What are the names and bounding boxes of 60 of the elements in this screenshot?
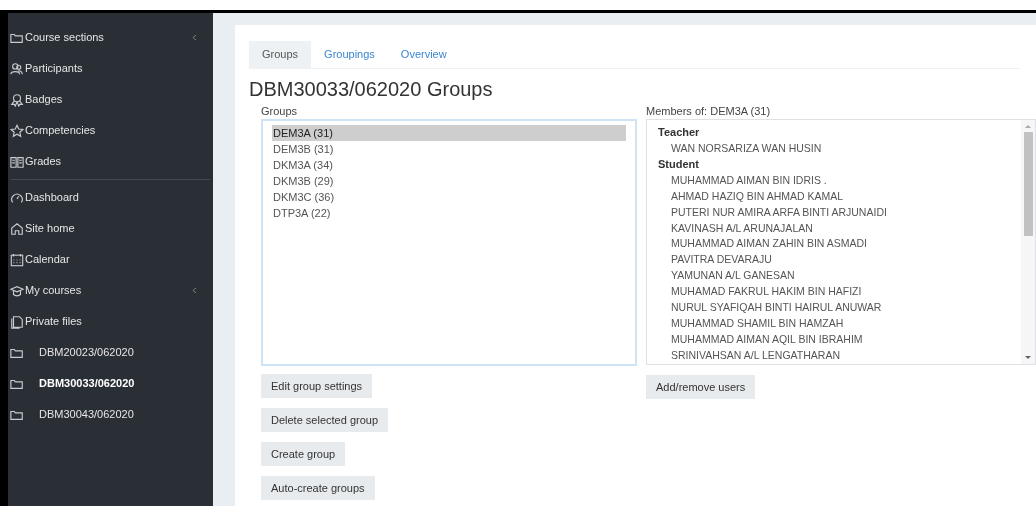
people-icon <box>10 61 24 76</box>
group-option[interactable]: DEM3B (31) <box>272 141 626 157</box>
action-button[interactable]: Edit group settings <box>261 374 373 398</box>
course-item[interactable]: DBM30043/062020 <box>8 399 213 430</box>
member-option[interactable]: PAVITRA DEVARAJU <box>658 251 1021 268</box>
members-label: Members of: DEM3A (31) <box>646 104 772 119</box>
sidebar-item[interactable]: Badges <box>8 84 213 115</box>
scroll-thumb[interactable] <box>1023 132 1033 236</box>
graduation-cap-icon <box>10 283 24 298</box>
star-icon <box>10 123 24 138</box>
gauge-icon <box>10 190 24 205</box>
sidebar-item[interactable]: Course sections <box>8 22 213 53</box>
group-option[interactable]: DKM3B (29) <box>272 173 626 189</box>
sidebar-item[interactable]: Private files <box>8 306 213 337</box>
member-option[interactable]: SRINIVAHSAN A/L LENGATHARAN <box>658 346 1021 363</box>
page-title: DBM30033/062020 Groups <box>249 77 494 101</box>
groups-label: Groups <box>261 104 299 119</box>
tab[interactable]: Overview <box>387 41 460 68</box>
member-option[interactable]: PUTERI NUR AMIRA ARFA BINTI ARJUNAIDI <box>658 203 1021 220</box>
tab[interactable]: Groupings <box>311 41 388 68</box>
action-button[interactable]: Delete selected group <box>261 408 388 432</box>
member-option[interactable]: MUHAMMAD AIMAN BIN IDRIS . <box>658 171 1021 188</box>
scroll-down-icon[interactable] <box>1025 356 1031 359</box>
scrollbar[interactable] <box>1021 120 1035 364</box>
action-button[interactable]: Create group <box>261 442 346 466</box>
member-option[interactable]: WAN NORSARIZA WAN HUSIN <box>658 140 1021 156</box>
group-option[interactable]: DTP3A (22) <box>272 205 626 221</box>
members-listbox[interactable] <box>646 119 1036 365</box>
role-heading: Student <box>658 156 700 172</box>
calendar-icon <box>10 252 24 267</box>
sidebar-item[interactable]: Dashboard <box>8 182 213 213</box>
sidebar-item[interactable]: Grades <box>8 146 213 177</box>
badge-icon <box>10 92 24 107</box>
role-heading: Teacher <box>658 125 701 140</box>
member-option[interactable]: MUHAMMAD AIMAN AQIL BIN IBRAHIM <box>658 330 1021 347</box>
sidebar-item[interactable]: Participants <box>8 53 213 84</box>
member-option[interactable]: YAMUNAN A/L GANESAN <box>658 267 1021 284</box>
member-option[interactable]: MUHAMAD FAKRUL HAKIM BIN HAFIZI <box>658 283 1021 299</box>
scroll-up-icon[interactable] <box>1025 125 1031 128</box>
sidebar-item[interactable]: Site home <box>8 213 213 244</box>
member-option[interactable]: MUHAMMAD AIMAN ZAHIN BIN ASMADI <box>658 235 1021 252</box>
home-icon <box>10 221 24 236</box>
group-option[interactable]: DKM3C (36) <box>272 189 626 205</box>
book-icon <box>10 154 24 169</box>
group-option[interactable]: DKM3A (34) <box>272 157 626 173</box>
groups-listbox[interactable]: DEM3A (31) DEM3B (31) DKM3A (34) DKM3B (29) DKM3C (36) DTP3A (22) <box>261 119 637 366</box>
group-option[interactable]: DEM3A (31) <box>272 125 626 141</box>
files-icon <box>10 314 24 329</box>
sidebar-item[interactable]: Calendar <box>8 244 213 275</box>
sidebar-item[interactable]: Competencies <box>8 115 213 146</box>
sidebar-item[interactable]: My courses <box>8 275 213 306</box>
member-option[interactable]: KAVINASH A/L ARUNAJALAN <box>658 219 1021 236</box>
course-item[interactable]: DBM30033/062020 <box>8 368 213 399</box>
action-button[interactable]: Add/remove users <box>646 375 756 399</box>
tab[interactable]: Groups <box>249 41 312 68</box>
member-option[interactable]: AHMAD HAZIQ BIN AHMAD KAMAL <box>658 187 1021 204</box>
action-button[interactable]: Auto-create groups <box>261 476 375 500</box>
member-option[interactable]: NURUL SYAFIQAH BINTI HAIRUL ANUWAR <box>658 299 1021 315</box>
member-option[interactable]: MUHAMMAD SHAMIL BIN HAMZAH <box>658 314 1021 331</box>
course-item[interactable]: DBM20023/062020 <box>8 337 213 368</box>
